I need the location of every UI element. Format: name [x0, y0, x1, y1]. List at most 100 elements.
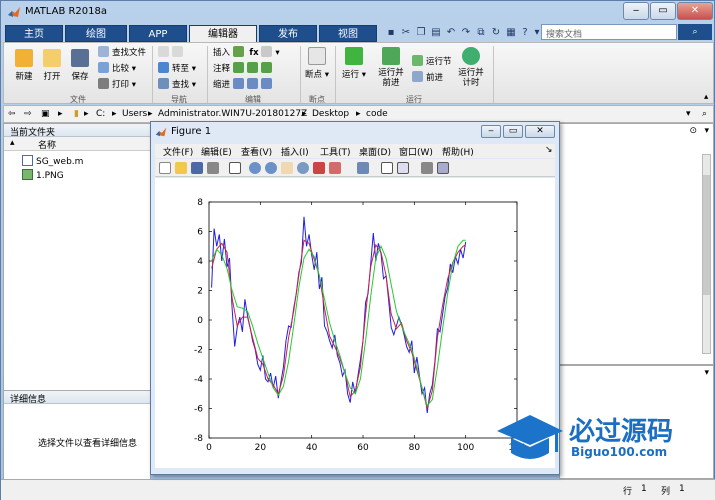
cut-quick-icon[interactable]: ✂ — [399, 26, 413, 40]
hide-plot-tools-icon[interactable] — [421, 162, 433, 174]
menu-tools[interactable]: 工具(T) — [320, 145, 351, 158]
undo-quick-icon[interactable]: ↶ — [444, 26, 458, 40]
save-figure-icon[interactable] — [191, 162, 203, 174]
breakpoints-group-label: 断点 — [309, 95, 325, 104]
menu-desktop[interactable]: 桌面(D) — [359, 145, 391, 158]
back-arrow-icon[interactable]: ⇦ — [8, 109, 16, 119]
comment-button[interactable]: 注释 — [213, 62, 275, 75]
figure-maximize-button[interactable]: ▭ — [503, 125, 523, 138]
data-cursor-icon[interactable] — [313, 162, 325, 174]
layout-quick-icon[interactable]: ▦ — [504, 26, 518, 40]
menu-file[interactable]: 文件(F) — [163, 145, 193, 158]
nav-back-button[interactable] — [158, 46, 186, 59]
tab-publish[interactable]: 发布 — [259, 25, 317, 42]
path-separator-icon: ▸ — [112, 109, 117, 119]
run-and-time-button[interactable]: 运行并 计时 — [454, 47, 488, 88]
figure-minimize-button[interactable]: ‒ — [481, 125, 501, 138]
maximize-button[interactable]: ▭ — [650, 2, 676, 20]
switch-window-icon[interactable]: ⧉ — [474, 26, 488, 40]
panel-collapse-icon[interactable]: ▾ — [704, 126, 709, 136]
menu-help[interactable]: 帮助(H) — [442, 145, 474, 158]
figure-close-button[interactable]: ✕ — [525, 125, 555, 138]
compare-icon — [98, 62, 109, 73]
fx-label: fx — [249, 48, 259, 58]
zoom-in-icon[interactable] — [249, 162, 261, 174]
list-item[interactable]: 1.PNG — [22, 169, 64, 181]
insert-legend-icon[interactable] — [397, 162, 409, 174]
save-disk-icon — [71, 49, 89, 67]
brush-icon[interactable] — [329, 162, 341, 174]
search-button[interactable]: ⌕ — [678, 24, 712, 40]
row-value: 1 — [641, 484, 647, 494]
advance-button[interactable]: 前进 — [412, 71, 443, 84]
edit-group-label: 编辑 — [245, 95, 261, 104]
panel-collapse-icon[interactable]: ▾ — [704, 368, 709, 378]
folder-icon: ▮ — [74, 109, 79, 119]
menu-insert[interactable]: 插入(I) — [281, 145, 309, 158]
rotate-3d-icon[interactable] — [297, 162, 309, 174]
open-file-icon[interactable] — [175, 162, 187, 174]
run-section-button[interactable]: 运行节 — [412, 55, 452, 68]
breadcrumb-user[interactable]: Administrator.WIN7U-20180127Z — [158, 109, 307, 119]
figure-menu-bar: 文件(F) 编辑(E) 查看(V) 插入(I) 工具(T) 桌面(D) 窗口(W… — [155, 144, 555, 158]
path-separator-icon: ▸ — [356, 109, 361, 119]
tab-plots[interactable]: 绘图 — [65, 25, 127, 42]
address-search-icon[interactable]: ⌕ — [702, 109, 707, 119]
refresh-quick-icon[interactable]: ↻ — [489, 26, 503, 40]
show-plot-tools-icon[interactable] — [437, 162, 449, 174]
minimize-button[interactable]: ‒ — [623, 2, 649, 20]
redo-quick-icon[interactable]: ↷ — [459, 26, 473, 40]
browse-icon[interactable]: ▸ — [58, 109, 63, 119]
menu-view[interactable]: 查看(V) — [241, 145, 272, 158]
fx-dropdown-icon — [261, 46, 273, 57]
collapse-ribbon-icon[interactable]: ▴ — [704, 91, 708, 104]
group-separator — [335, 46, 336, 103]
goto-label: 转至 — [172, 64, 190, 74]
address-dropdown-icon[interactable]: ▾ — [686, 109, 691, 119]
link-plot-icon[interactable] — [357, 162, 369, 174]
scrollbar[interactable] — [702, 154, 711, 354]
copy-quick-icon[interactable]: ❐ — [414, 26, 428, 40]
compare-button[interactable]: 比较 ▾ — [98, 62, 136, 75]
run-advance-button[interactable]: 运行并 前进 — [374, 47, 408, 88]
print-figure-icon[interactable] — [207, 162, 219, 174]
save-button[interactable]: 保存 — [68, 49, 92, 82]
forward-arrow-icon[interactable]: ⇨ — [24, 109, 32, 119]
name-column-header[interactable]: ▴ 名称 — [4, 137, 150, 151]
breadcrumb-code[interactable]: code — [366, 109, 388, 119]
open-button[interactable]: 打开 — [40, 49, 64, 82]
zoom-out-icon[interactable] — [265, 162, 277, 174]
breakpoints-label: 断点 — [305, 70, 323, 80]
tab-view[interactable]: 视图 — [319, 25, 377, 42]
indent-button[interactable]: 缩进 — [213, 78, 275, 91]
new-button[interactable]: 新建 — [12, 49, 36, 82]
insert-button[interactable]: 插入 fx ▾ — [213, 46, 280, 59]
find-files-button[interactable]: 查找文件 — [98, 46, 146, 59]
list-item[interactable]: SG_web.m — [22, 155, 83, 167]
close-button[interactable]: ✕ — [677, 2, 713, 20]
menu-edit[interactable]: 编辑(E) — [201, 145, 232, 158]
paste-quick-icon[interactable]: ▤ — [429, 26, 443, 40]
print-button[interactable]: 打印 ▾ — [98, 78, 136, 91]
new-figure-icon[interactable] — [159, 162, 171, 174]
breadcrumb-drive[interactable]: C: — [96, 109, 105, 119]
menu-window[interactable]: 窗口(W) — [399, 145, 433, 158]
tab-apps[interactable]: APP — [129, 25, 187, 42]
breadcrumb-desktop[interactable]: Desktop — [312, 109, 349, 119]
pointer-icon[interactable] — [229, 162, 241, 174]
scrollbar-thumb[interactable] — [703, 175, 710, 295]
insert-colorbar-icon[interactable] — [381, 162, 393, 174]
run-button[interactable]: 运行 ▾ — [340, 47, 368, 80]
pan-hand-icon[interactable] — [281, 162, 293, 174]
breadcrumb-users[interactable]: Users — [122, 109, 147, 119]
save-quick-icon[interactable]: ▪ — [384, 26, 398, 40]
find-button[interactable]: 查找 ▾ — [158, 78, 196, 91]
search-documentation-input[interactable]: 搜索文档 — [541, 24, 677, 40]
print-icon — [98, 78, 109, 89]
breakpoints-button[interactable]: 断点 ▾ — [305, 47, 329, 80]
goto-button[interactable]: 转至 ▾ — [158, 62, 196, 75]
tab-home[interactable]: 主页 — [5, 25, 63, 42]
panel-menu-icon[interactable]: ⊙ — [689, 126, 697, 136]
up-folder-icon[interactable]: ▣ — [41, 109, 50, 119]
dock-arrow-icon[interactable]: ↘ — [545, 145, 553, 155]
